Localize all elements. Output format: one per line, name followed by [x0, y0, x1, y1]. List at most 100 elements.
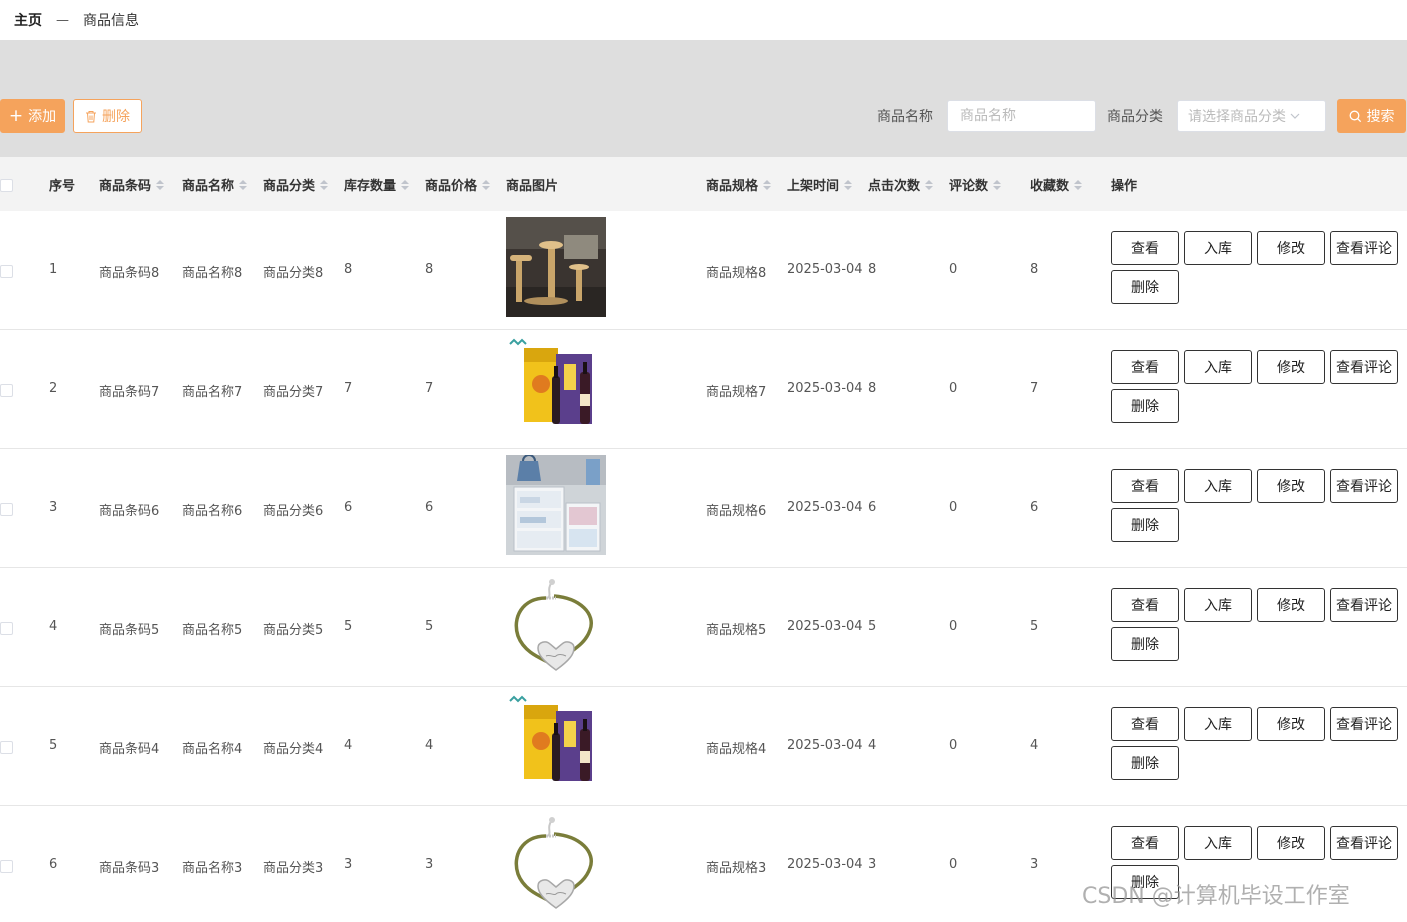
th-price[interactable]: 商品价格 — [425, 175, 491, 194]
stock-in-button[interactable]: 入库 — [1184, 588, 1252, 622]
product-image[interactable] — [506, 693, 606, 793]
sort-icon[interactable] — [1074, 179, 1083, 190]
cell-index: 2 — [49, 381, 58, 396]
select-all-checkbox[interactable] — [0, 179, 13, 192]
product-image[interactable] — [506, 336, 606, 436]
view-button[interactable]: 查看 — [1111, 588, 1179, 622]
stock-in-button[interactable]: 入库 — [1184, 469, 1252, 503]
row-checkbox[interactable] — [0, 503, 13, 516]
category-select[interactable]: 请选择商品分类 — [1177, 100, 1326, 132]
sort-icon[interactable] — [925, 179, 934, 190]
edit-button[interactable]: 修改 — [1257, 350, 1325, 384]
stock-in-button[interactable]: 入库 — [1184, 231, 1252, 265]
bulk-delete-button[interactable]: 删除 — [73, 99, 142, 133]
edit-button[interactable]: 修改 — [1257, 588, 1325, 622]
th-listed[interactable]: 上架时间 — [787, 175, 853, 194]
view-button[interactable]: 查看 — [1111, 469, 1179, 503]
view-comments-button[interactable]: 查看评论 — [1330, 469, 1398, 503]
sort-icon[interactable] — [763, 179, 772, 190]
edit-button[interactable]: 修改 — [1257, 707, 1325, 741]
row-checkbox[interactable] — [0, 384, 13, 397]
product-image[interactable] — [506, 217, 606, 317]
stock-in-button[interactable]: 入库 — [1184, 826, 1252, 860]
cell-name: 商品名称4 — [182, 742, 243, 757]
cell-spec: 商品规格4 — [706, 742, 767, 757]
toolbar: + 添加 删除 商品名称 商品分类 请选择商品分类 搜索 — [0, 98, 1407, 134]
cell-barcode: 商品条码4 — [99, 742, 160, 757]
cell-index: 5 — [49, 738, 58, 753]
row-checkbox[interactable] — [0, 622, 13, 635]
breadcrumb-current: 商品信息 — [83, 13, 139, 29]
sort-icon[interactable] — [401, 179, 410, 190]
delete-button[interactable]: 删除 — [1111, 508, 1179, 542]
cell-price: 4 — [425, 738, 434, 753]
cell-comments: 0 — [949, 738, 958, 753]
stock-in-button[interactable]: 入库 — [1184, 350, 1252, 384]
cell-stock: 7 — [344, 381, 353, 396]
name-filter-label: 商品名称 — [877, 109, 933, 125]
view-button[interactable]: 查看 — [1111, 707, 1179, 741]
cell-listed: 2025-03-04 — [787, 500, 863, 515]
cell-listed: 2025-03-04 — [787, 738, 863, 753]
view-button[interactable]: 查看 — [1111, 350, 1179, 384]
th-name[interactable]: 商品名称 — [182, 175, 248, 194]
row-checkbox[interactable] — [0, 741, 13, 754]
sort-icon[interactable] — [156, 179, 165, 190]
view-button[interactable]: 查看 — [1111, 231, 1179, 265]
delete-button[interactable]: 删除 — [1111, 746, 1179, 780]
delete-button[interactable]: 删除 — [1111, 270, 1179, 304]
th-favorites[interactable]: 收藏数 — [1030, 175, 1083, 194]
th-spec[interactable]: 商品规格 — [706, 175, 772, 194]
view-comments-button[interactable]: 查看评论 — [1330, 826, 1398, 860]
th-comments[interactable]: 评论数 — [949, 175, 1002, 194]
cell-clicks: 4 — [868, 738, 877, 753]
breadcrumb-home[interactable]: 主页 — [14, 10, 42, 30]
product-image[interactable] — [506, 574, 606, 674]
table-header: 序号 商品条码 商品名称 商品分类 库存数量 商品价格 商品图片 商品规格 上架… — [0, 157, 1407, 211]
add-button[interactable]: + 添加 — [0, 99, 65, 133]
delete-button[interactable]: 删除 — [1111, 389, 1179, 423]
sort-icon[interactable] — [320, 179, 329, 190]
table-row: 3 商品条码6 商品名称6 商品分类6 6 6 商品规格6 2025-03-04 6 0 6 查看 入库… — [0, 449, 1407, 568]
cell-listed: 2025-03-04 — [787, 262, 863, 277]
cell-index: 6 — [49, 857, 58, 872]
th-category[interactable]: 商品分类 — [263, 175, 329, 194]
sort-icon[interactable] — [482, 179, 491, 190]
cell-clicks: 5 — [868, 619, 877, 634]
cell-comments: 0 — [949, 500, 958, 515]
cell-index: 1 — [49, 262, 58, 277]
cell-barcode: 商品条码5 — [99, 623, 160, 638]
name-filter-input[interactable] — [947, 100, 1096, 132]
stock-in-button[interactable]: 入库 — [1184, 707, 1252, 741]
edit-button[interactable]: 修改 — [1257, 469, 1325, 503]
view-comments-button[interactable]: 查看评论 — [1330, 231, 1398, 265]
edit-button[interactable]: 修改 — [1257, 826, 1325, 860]
cell-price: 6 — [425, 500, 434, 515]
row-checkbox[interactable] — [0, 265, 13, 278]
sort-icon[interactable] — [993, 179, 1002, 190]
view-comments-button[interactable]: 查看评论 — [1330, 588, 1398, 622]
product-image[interactable] — [506, 812, 606, 912]
search-button[interactable]: 搜索 — [1337, 99, 1406, 133]
th-clicks[interactable]: 点击次数 — [868, 175, 934, 194]
product-image[interactable] — [506, 454, 606, 555]
cell-category: 商品分类6 — [263, 504, 324, 519]
delete-button[interactable]: 删除 — [1111, 627, 1179, 661]
row-checkbox[interactable] — [0, 860, 13, 873]
sort-icon[interactable] — [844, 179, 853, 190]
cell-barcode: 商品条码6 — [99, 504, 160, 519]
cell-clicks: 3 — [868, 857, 877, 872]
view-button[interactable]: 查看 — [1111, 826, 1179, 860]
th-barcode[interactable]: 商品条码 — [99, 175, 165, 194]
sort-icon[interactable] — [239, 179, 248, 190]
cell-comments: 0 — [949, 619, 958, 634]
cell-barcode: 商品条码7 — [99, 385, 160, 400]
edit-button[interactable]: 修改 — [1257, 231, 1325, 265]
plus-icon: + — [8, 105, 24, 126]
view-comments-button[interactable]: 查看评论 — [1330, 350, 1398, 384]
th-stock[interactable]: 库存数量 — [344, 175, 410, 194]
table-row: 4 商品条码5 商品名称5 商品分类5 5 5 商品规格5 2025-03-04 5 0 5 查看 入库… — [0, 568, 1407, 687]
view-comments-button[interactable]: 查看评论 — [1330, 707, 1398, 741]
breadcrumb: 主页 — 商品信息 — [0, 0, 1407, 40]
th-actions: 操作 — [1111, 179, 1138, 194]
